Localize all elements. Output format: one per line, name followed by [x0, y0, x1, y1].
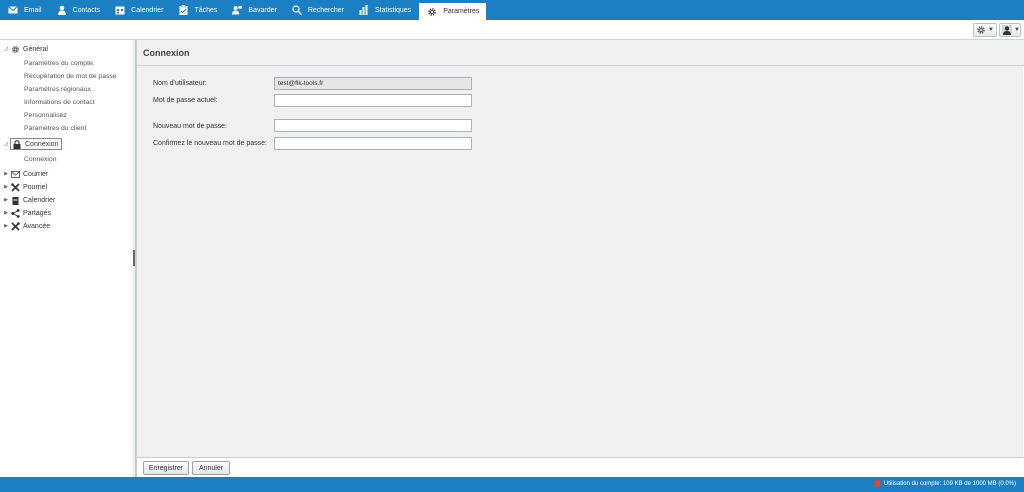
quota-text: Utilisation du compte: 109 KB de 1000 MB… — [883, 480, 1016, 487]
new-password-label: Nouveau mot de passe: — [153, 123, 227, 130]
expand-icon[interactable]: ▶ — [2, 210, 10, 216]
collapse-icon[interactable]: ◿ — [2, 46, 10, 52]
clipboard-icon — [178, 5, 188, 15]
username-label: Nom d'utilisateur: — [153, 80, 207, 87]
expand-icon[interactable]: ▶ — [2, 223, 10, 229]
tab-calendar-label: Calendrier — [131, 6, 164, 14]
tree-node-label: Avancée — [23, 222, 51, 230]
expand-icon[interactable]: ▶ — [2, 197, 10, 203]
envelope-outline-icon — [10, 169, 20, 179]
tree-node-label: Connexion — [25, 140, 59, 148]
tree-node-shared[interactable]: ▶ Partagés — [2, 207, 51, 219]
toolbar: ▼ ▼ — [0, 20, 1024, 40]
tree-node-label: Général — [23, 45, 48, 53]
tab-statistics-label: Statistiques — [375, 6, 412, 14]
tab-email[interactable]: Email — [0, 0, 49, 20]
tree-item-label: Connexion — [24, 155, 57, 163]
cancel-button[interactable]: Annuler — [192, 461, 230, 475]
tab-chat[interactable]: Bavarder — [224, 0, 283, 20]
current-password-field[interactable] — [274, 94, 472, 107]
tree-item-label: Récupération de mot de passe — [24, 72, 117, 80]
chat-user-icon — [232, 5, 243, 15]
quota-status-icon — [873, 480, 881, 487]
splitter-handle[interactable] — [133, 250, 135, 266]
tree-node-calendar[interactable]: ▶ Calendrier — [2, 194, 55, 206]
selected-node-box: Connexion — [10, 138, 63, 150]
save-button[interactable]: Enregistrer — [143, 461, 189, 475]
tree-item-client-settings[interactable]: Paramètres du client — [24, 122, 86, 134]
gear-icon — [976, 25, 986, 35]
status-bar: Utilisation du compte: 109 KB de 1000 MB… — [0, 477, 1024, 492]
tree-item-label: Paramètres régionaux — [24, 85, 91, 93]
tree-node-general[interactable]: ◿ Général — [2, 43, 48, 55]
tab-email-label: Email — [24, 6, 42, 14]
tree-item-account-settings[interactable]: Paramètres du compte. — [24, 57, 95, 69]
bar-chart-icon — [359, 5, 369, 15]
top-nav-bar: Email Contacts Calendrier Tâches Bavarde… — [0, 0, 1024, 20]
expand-icon[interactable]: ▶ — [2, 171, 10, 177]
tab-search[interactable]: Rechercher — [284, 0, 351, 20]
tree-item-connexion[interactable]: Connexion — [24, 153, 57, 165]
calendar-small-icon — [10, 195, 20, 205]
page-title: Connexion — [137, 40, 1024, 66]
tab-calendar[interactable]: Calendrier — [107, 0, 170, 20]
tree-item-label: Informations de contact — [24, 98, 95, 106]
tree-item-customize[interactable]: Personnalisez — [24, 109, 67, 121]
search-icon — [292, 5, 302, 15]
share-icon — [10, 208, 20, 218]
wrench-icon — [10, 221, 20, 231]
current-password-label: Mot de passe actuel: — [153, 97, 218, 104]
user-avatar-icon — [1002, 25, 1012, 35]
tab-statistics[interactable]: Statistiques — [351, 0, 418, 20]
collapse-icon[interactable]: ◿ — [2, 141, 10, 147]
tree-item-contact-info[interactable]: Informations de contact — [24, 96, 95, 108]
tree-item-regional-settings[interactable]: Paramètres régionaux — [24, 83, 91, 95]
tab-settings-label: Paramètres — [443, 8, 480, 15]
tree-node-label: Partagés — [23, 209, 52, 217]
tree-node-mail[interactable]: ▶ Courrier — [2, 168, 48, 180]
user-menu-button[interactable]: ▼ — [999, 23, 1021, 37]
expand-icon[interactable]: ▶ — [2, 184, 10, 190]
tab-settings[interactable]: Paramètres — [418, 2, 488, 20]
tree-item-label: Paramètres du compte. — [24, 59, 95, 67]
tree-node-advanced[interactable]: ▶ Avancée — [2, 220, 50, 232]
envelope-icon — [8, 5, 18, 15]
tree-node-spam[interactable]: ▶ Pourriel — [2, 181, 47, 193]
chevron-down-icon: ▼ — [988, 27, 994, 33]
calendar-icon — [115, 5, 125, 15]
settings-main-panel: Connexion Nom d'utilisateur: Mot de pass… — [136, 40, 1024, 457]
tab-tasks-label: Tâches — [194, 6, 218, 14]
confirm-password-label: Confirmez le nouveau mot de passe: — [153, 140, 268, 147]
chevron-down-icon: ▼ — [1014, 27, 1020, 33]
settings-tree: ◿ Général Paramètres du compte. Récupéra… — [0, 40, 134, 477]
tree-node-label: Pourriel — [23, 183, 48, 191]
tab-search-label: Rechercher — [307, 6, 344, 14]
person-icon — [57, 5, 67, 15]
tree-node-label: Courrier — [23, 170, 49, 178]
tree-item-password-recovery[interactable]: Récupération de mot de passe — [24, 70, 117, 82]
tab-contacts[interactable]: Contacts — [49, 0, 108, 20]
tab-tasks[interactable]: Tâches — [170, 0, 224, 20]
tools-icon — [10, 182, 20, 192]
lock-icon — [12, 139, 22, 149]
gear-icon — [10, 44, 20, 54]
confirm-password-field[interactable] — [274, 137, 472, 150]
quota-indicator: Utilisation du compte: 109 KB de 1000 MB… — [873, 480, 1016, 487]
new-password-field[interactable] — [274, 119, 472, 132]
form-action-bar: Enregistrer Annuler — [136, 457, 1024, 477]
tab-contacts-label: Contacts — [72, 6, 101, 14]
tree-item-label: Paramètres du client — [24, 124, 87, 132]
tab-chat-label: Bavarder — [248, 6, 277, 14]
username-field[interactable] — [274, 77, 472, 90]
gear-icon — [427, 7, 437, 17]
tree-node-connexion[interactable]: ◿ Connexion — [2, 138, 63, 150]
tree-item-label: Personnalisez — [24, 111, 67, 119]
tree-node-label: Calendrier — [23, 196, 56, 204]
settings-menu-button[interactable]: ▼ — [973, 23, 997, 37]
